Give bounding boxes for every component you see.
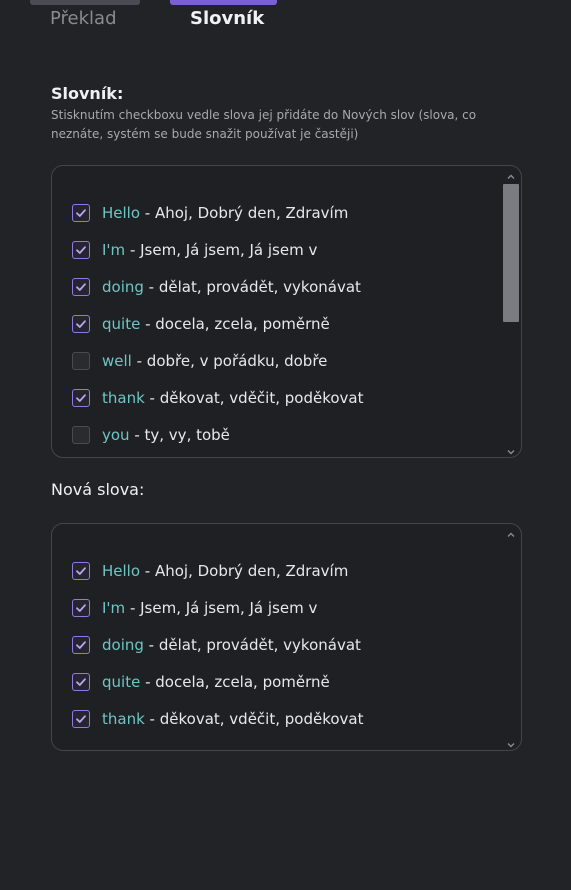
scroll-up-button[interactable] [505,526,517,538]
word-checkbox[interactable] [72,277,90,296]
word-checkbox[interactable] [72,203,90,222]
new-words-list-box[interactable]: Hello - Ahoj, Dobrý den, Zdravím I'm - Js… [51,523,522,751]
word-checkbox[interactable] [72,351,90,370]
chevron-up-icon [507,532,515,537]
word-checkbox[interactable] [72,561,90,580]
word: thank [102,388,145,407]
dictionary-title: Slovník: [51,84,124,103]
chevron-down-icon [507,450,515,455]
word-checkbox[interactable] [72,709,90,728]
word-separator: - [140,672,156,691]
list-item: doing - dělat, provádět, vykonávat [72,268,499,305]
translation: Jsem, Já jsem, Já jsem v [140,240,318,259]
check-icon [76,319,86,328]
translation: děkovat, vděčit, poděkovat [159,388,364,407]
word: I'm [102,240,126,259]
word: thank [102,709,145,728]
chevron-down-icon [507,743,515,748]
new-words-list: Hello - Ahoj, Dobrý den, Zdravím I'm - Js… [72,552,499,737]
translation: děkovat, vděčit, poděkovat [159,709,364,728]
translation: docela, zcela, poměrně [155,314,330,333]
word-checkbox[interactable] [72,388,90,407]
word-separator: - [143,277,159,296]
word-separator: - [144,388,160,407]
list-item: Hello - Ahoj, Dobrý den, Zdravím [72,552,499,589]
check-icon [76,208,86,217]
check-icon [76,393,86,402]
word-separator: - [143,635,159,654]
translation: Ahoj, Dobrý den, Zdravím [154,203,349,222]
word: doing [102,635,144,654]
check-icon [76,282,86,291]
dictionary-list-box[interactable]: Hello - Ahoj, Dobrý den, Zdravím I'm - Js… [51,165,522,458]
translation: dobře, v pořádku, dobře [146,351,328,370]
list-item: I'm - Jsem, Já jsem, Já jsem v [72,231,499,268]
list-item: doing - dělat, provádět, vykonávat [72,626,499,663]
translation: Jsem, Já jsem, Já jsem v [140,598,318,617]
translation: docela, zcela, poměrně [155,672,330,691]
scroll-down-button[interactable] [505,736,517,748]
tab-dictionary[interactable]: Slovník [170,0,277,40]
translation: Ahoj, Dobrý den, Zdravím [154,561,349,580]
word: quite [102,314,141,333]
translation: ty, vy, tobě [144,425,230,444]
word: I'm [102,598,126,617]
check-icon [76,603,86,612]
word: quite [102,672,141,691]
scrollbar-thumb[interactable] [503,184,519,322]
word-separator: - [129,425,145,444]
tab-dictionary-label: Slovník [190,8,265,29]
word: Hello [102,203,141,222]
page: Překlad Slovník Slovník: Stisknutím chec… [0,0,571,890]
word-checkbox[interactable] [72,425,90,444]
scroll-down-button[interactable] [505,443,517,455]
dictionary-description: Stisknutím checkboxu vedle slova jej při… [51,108,477,141]
check-icon [76,245,86,254]
list-item: quite - docela, zcela, poměrně [72,663,499,700]
word-checkbox[interactable] [72,672,90,691]
new-words-title: Nová slova: [51,480,145,499]
word-checkbox[interactable] [72,240,90,259]
word: well [102,351,132,370]
list-item: well - dobře, v pořádku, dobře [72,342,499,379]
check-icon [76,566,86,575]
list-item: thank - děkovat, vděčit, poděkovat [72,700,499,737]
word-separator: - [144,709,160,728]
translation: dělat, provádět, vykonávat [158,635,361,654]
word-checkbox[interactable] [72,314,90,333]
word-separator: - [131,351,147,370]
word-separator: - [140,314,156,333]
word-separator: - [125,240,141,259]
tab-translate[interactable]: Překlad [30,0,140,40]
word: Hello [102,561,141,580]
check-icon [76,640,86,649]
word-checkbox[interactable] [72,598,90,617]
word-separator: - [125,598,141,617]
tab-translate-label: Překlad [50,8,117,29]
word-checkbox[interactable] [72,635,90,654]
list-item: quite - docela, zcela, poměrně [72,305,499,342]
scroll-up-button[interactable] [505,168,517,180]
list-item: I'm - Jsem, Já jsem, Já jsem v [72,589,499,626]
word: doing [102,277,144,296]
word: you [102,425,130,444]
list-item: Hello - Ahoj, Dobrý den, Zdravím [72,194,499,231]
list-item: thank - děkovat, vděčit, poděkovat [72,379,499,416]
chevron-up-icon [507,174,515,179]
dictionary-list: Hello - Ahoj, Dobrý den, Zdravím I'm - Js… [72,194,499,453]
check-icon [76,714,86,723]
list-item: you - ty, vy, tobě [72,416,499,453]
check-icon [76,677,86,686]
word-separator: - [140,561,155,580]
translation: dělat, provádět, vykonávat [158,277,361,296]
word-separator: - [140,203,155,222]
